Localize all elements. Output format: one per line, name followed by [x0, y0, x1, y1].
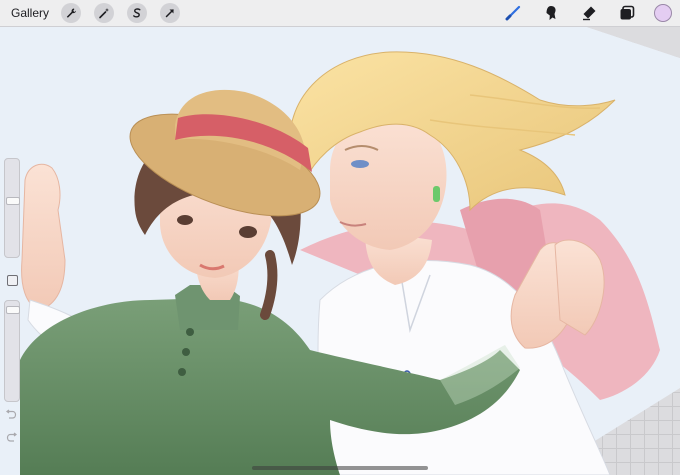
actions-button[interactable] [61, 3, 82, 23]
woman-eye-left [177, 215, 193, 225]
brush-size-thumb[interactable] [6, 197, 20, 205]
brush-icon [505, 5, 521, 21]
opacity-slider[interactable] [4, 300, 20, 402]
wrench-icon [66, 8, 77, 18]
dress-button [182, 348, 190, 356]
eraser-icon [583, 6, 596, 21]
brush-size-slider[interactable] [4, 158, 20, 258]
top-toolbar: Gallery [0, 0, 680, 27]
adjustments-button[interactable] [94, 3, 115, 23]
canvas[interactable] [0, 0, 680, 475]
layers-button[interactable] [616, 2, 638, 24]
redo-button[interactable] [6, 432, 17, 446]
undo-icon [6, 409, 17, 419]
transform-arrow-icon [165, 9, 174, 18]
left-sidebar [2, 158, 21, 448]
home-indicator [252, 466, 428, 470]
dress-button [186, 328, 194, 336]
brush-tool-button[interactable] [502, 2, 524, 24]
dress-button [178, 368, 186, 376]
man-earring [433, 186, 440, 202]
opacity-thumb[interactable] [6, 306, 20, 314]
layers-icon [620, 5, 635, 20]
magic-wand-icon [99, 8, 110, 19]
right-tool-group [486, 0, 672, 26]
artwork[interactable] [0, 0, 680, 475]
smudge-icon [546, 6, 556, 20]
gallery-button[interactable]: Gallery [11, 0, 49, 26]
color-picker-swatch[interactable] [654, 4, 672, 22]
man-eye [351, 160, 369, 168]
modify-button[interactable] [7, 275, 18, 286]
woman-eye-right [239, 226, 257, 238]
selection-button[interactable] [127, 3, 148, 23]
smudge-tool-button[interactable] [540, 2, 562, 24]
redo-icon [6, 432, 17, 442]
eraser-tool-button[interactable] [578, 2, 600, 24]
transform-button[interactable] [160, 3, 181, 23]
woman-hand [21, 163, 66, 311]
selection-s-icon [133, 8, 141, 18]
undo-button[interactable] [6, 409, 17, 423]
